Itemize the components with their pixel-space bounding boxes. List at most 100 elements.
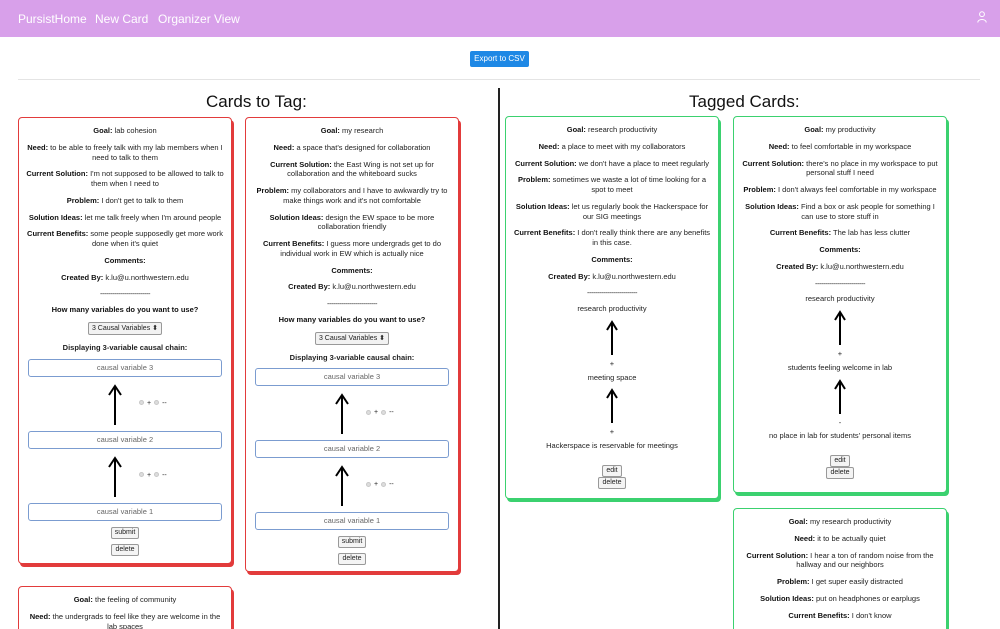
radio-dot[interactable] <box>139 400 144 406</box>
horizontal-rule <box>18 79 980 80</box>
need-row: Need: to be able to freely talk with my … <box>27 142 223 162</box>
up-arrow-icon <box>108 455 122 497</box>
link-sign-radios[interactable]: + -- <box>363 480 394 489</box>
chain-label: Displaying 3-variable causal chain: <box>289 352 415 362</box>
current-solution-row: Current Solution: I'm not supposed to be… <box>26 169 224 188</box>
radio-dot[interactable] <box>139 472 144 478</box>
link-sign-radios[interactable]: + -- <box>363 408 394 417</box>
chain-label: Displaying 3-variable causal chain: <box>62 342 188 352</box>
link-sign-radios[interactable]: + -- <box>136 471 167 480</box>
tagged-cards-heading: Tagged Cards: <box>689 92 800 111</box>
need-row: Need: a place to meet with my collaborat… <box>538 141 686 151</box>
up-arrow-icon <box>606 388 618 424</box>
variables-question: How many variables do you want to use? <box>51 305 199 314</box>
up-arrow-icon <box>335 393 349 435</box>
radio-dot[interactable] <box>381 482 387 487</box>
link-sign: - <box>838 417 842 427</box>
cards-to-tag-heading: Cards to Tag: <box>206 92 307 111</box>
untagged-card: Goal: lab cohesion Need: to be able to f… <box>18 117 232 564</box>
need-row: Need: a space that's designed for collab… <box>273 142 431 152</box>
current-benefits-row: Current Benefits: I guess more undergrad… <box>262 239 441 258</box>
created-by-row: Created By: k.lu@u.northwestern.edu <box>548 271 676 281</box>
problem-row: Problem: sometimes we waste a lot of tim… <box>517 175 706 194</box>
separator: ------------------------- <box>587 288 637 298</box>
submit-button[interactable]: submit <box>110 526 140 539</box>
separator: ------------------------- <box>100 289 150 299</box>
radio-dot[interactable] <box>154 472 160 478</box>
current-solution-row: Current Solution: the East Wing is not s… <box>270 159 434 179</box>
comments-row: Comments: <box>591 254 633 264</box>
current-benefits-row: Current Benefits: some people supposedly… <box>27 229 223 248</box>
causal-variable-3-input[interactable]: causal variable 3 <box>28 358 222 377</box>
edit-button[interactable]: edit <box>602 464 622 477</box>
link-sign: + <box>837 349 843 358</box>
created-by-row: Created By: k.lu@u.northwestern.edu <box>61 272 189 282</box>
separator: ------------------------- <box>815 278 865 288</box>
solution-ideas-row: Solution Ideas: put on headphones or ear… <box>760 593 920 603</box>
delete-button[interactable]: delete <box>598 476 626 489</box>
variables-select[interactable]: 3 Causal Variables ⬍ <box>87 321 163 335</box>
tagged-card: Goal: my research productivity Need: it … <box>733 508 947 629</box>
radio-dot[interactable] <box>366 410 371 415</box>
comments-row: Comments: <box>331 265 373 275</box>
navbar: PursistHome New Card Organizer View <box>0 0 1000 37</box>
chain-node-top: research productivity <box>577 304 647 313</box>
link-sign: + <box>609 358 615 368</box>
current-benefits-row: Current Benefits: I don't know <box>788 610 892 620</box>
current-solution-row: Current Solution: there's no place in my… <box>742 158 938 178</box>
column-divider <box>498 88 500 629</box>
problem-row: Problem: I get super easily distracted <box>777 577 903 586</box>
variables-select[interactable]: 3 Causal Variables ⬍ <box>314 331 390 345</box>
causal-variable-1-input[interactable]: causal variable 1 <box>255 512 449 531</box>
untagged-card: Goal: the feeling of community Need: the… <box>18 586 232 629</box>
goal-row: Goal: lab cohesion <box>93 126 157 135</box>
nav-new-card[interactable]: New Card <box>95 12 148 26</box>
tagged-card: Goal: research productivity Need: a plac… <box>505 116 719 499</box>
causal-variable-2-input[interactable]: causal variable 2 <box>28 430 222 449</box>
chain-node-middle: students feeling welcome in lab <box>787 362 893 372</box>
delete-button[interactable]: delete <box>338 553 366 566</box>
causal-variable-1-input[interactable]: causal variable 1 <box>28 502 222 521</box>
delete-button[interactable]: delete <box>111 543 139 556</box>
nav-organizer-view[interactable]: Organizer View <box>158 12 240 26</box>
goal-row: Goal: my productivity <box>804 125 876 134</box>
causal-variable-3-input[interactable]: causal variable 3 <box>255 368 449 387</box>
up-arrow-icon <box>335 465 349 507</box>
problem-row: Problem: I don't get to talk to them <box>66 195 184 205</box>
radio-dot[interactable] <box>381 410 387 415</box>
goal-row: Goal: the feeling of community <box>73 595 177 604</box>
goal-row: Goal: my research productivity <box>788 517 892 526</box>
chain-node-bottom: no place in lab for students' personal i… <box>769 431 911 441</box>
comments-row: Comments: <box>104 255 146 265</box>
nav-brand[interactable]: PursistHome <box>18 12 87 26</box>
chain-node-top: research productivity <box>805 294 875 304</box>
export-csv-button[interactable]: Export to CSV <box>470 51 529 67</box>
radio-dot[interactable] <box>366 482 371 487</box>
causal-variable-2-input[interactable]: causal variable 2 <box>255 440 449 459</box>
solution-ideas-row: Solution Ideas: design the EW space to b… <box>269 212 435 232</box>
created-by-row: Created By: k.lu@u.northwestern.edu <box>288 282 416 292</box>
link-sign-radios[interactable]: + -- <box>136 399 167 408</box>
edit-button[interactable]: edit <box>830 455 850 467</box>
radio-dot[interactable] <box>154 400 160 406</box>
goal-row: Goal: research productivity <box>566 125 658 134</box>
up-arrow-icon <box>834 310 846 345</box>
need-row: Need: the undergrads to feel like they a… <box>29 611 221 629</box>
solution-ideas-row: Solution Ideas: let us regularly book th… <box>515 201 709 221</box>
current-benefits-row: Current Benefits: I don't really think t… <box>513 228 711 247</box>
submit-button[interactable]: submit <box>337 536 367 549</box>
untagged-card: Goal: my research Need: a space that's d… <box>245 117 459 572</box>
user-icon[interactable] <box>977 11 987 23</box>
solution-ideas-row: Solution Ideas: Find a box or ask people… <box>745 201 935 221</box>
link-sign: + <box>609 427 615 437</box>
chain-node-middle: meeting space <box>587 372 637 382</box>
delete-button[interactable]: delete <box>826 467 854 479</box>
chain-node-bottom: Hackerspace is reservable for meetings <box>546 441 678 450</box>
goal-row: Goal: my research <box>320 126 384 135</box>
current-benefits-row: Current Benefits: The lab has less clutt… <box>769 228 911 238</box>
current-solution-row: Current Solution: I hear a ton of random… <box>746 550 934 570</box>
up-arrow-icon <box>606 319 618 355</box>
up-arrow-icon <box>108 383 122 425</box>
tagged-card: Goal: my productivity Need: to feel comf… <box>733 116 947 493</box>
solution-ideas-row: Solution Ideas: let me talk freely when … <box>28 212 222 222</box>
